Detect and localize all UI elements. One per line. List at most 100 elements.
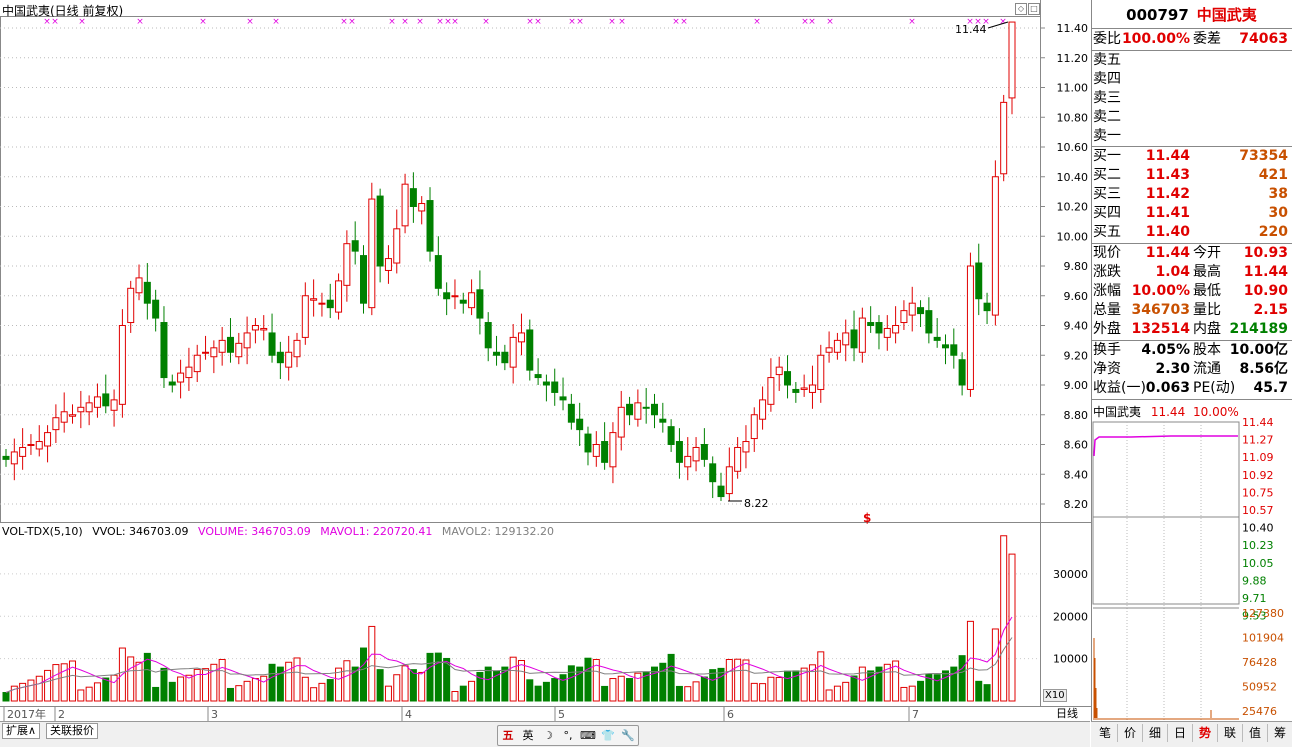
fund-row: 换手 4.05% 股本 10.00亿: [1093, 342, 1288, 358]
candle-body: [468, 292, 476, 309]
volume-bar: [185, 674, 193, 702]
candle-body: [908, 302, 916, 316]
ime-keyboard-icon[interactable]: ⌨: [578, 726, 598, 745]
right-tab-6[interactable]: 值: [1243, 724, 1268, 742]
candle-body: [617, 406, 625, 438]
sell-level-2: 卖二: [1093, 109, 1121, 125]
candle-body: [93, 396, 101, 408]
fund-row: 净资 2.30 流通 8.56亿: [1093, 361, 1288, 377]
candle-body: [933, 336, 941, 341]
ime-toolbar[interactable]: 五英 ☽ °, ⌨ 👕 🔧: [497, 725, 639, 746]
right-tab-1[interactable]: 价: [1118, 724, 1143, 742]
signal-marker: ×: [388, 17, 396, 27]
candle-body: [226, 336, 234, 353]
mini-volume-tick: 101904: [1242, 632, 1284, 645]
candle-body: [235, 342, 243, 358]
volume-bar: [534, 685, 542, 702]
candle-body: [767, 377, 775, 405]
sell-level-1: 卖一: [1093, 128, 1121, 144]
intraday-mini-chart[interactable]: 11.44 11.27 11.09 10.92 10.75 10.57 10.40 10.23…: [1091, 418, 1292, 721]
candle-body: [19, 446, 27, 457]
restore-icon[interactable]: ◇: [1015, 3, 1027, 15]
related-quotes-tab[interactable]: 关联报价: [46, 723, 98, 739]
volume-bar: [376, 669, 384, 702]
candle-body: [775, 366, 783, 376]
volume-bar: [975, 680, 983, 702]
price-tick-label: 8.20: [1064, 498, 1089, 511]
candle-body: [991, 176, 999, 316]
candle-body: [883, 327, 891, 338]
signal-marker: ×: [534, 17, 542, 27]
weicha-value: 74063: [1239, 31, 1288, 47]
candle-body: [917, 307, 925, 315]
volume-bar: [941, 670, 949, 702]
candle-body: [592, 444, 600, 457]
high-price-label: 11.44: [955, 23, 987, 36]
candle-body: [260, 327, 268, 331]
volume-bar: [368, 625, 376, 702]
price-tick-label: 11.20: [1057, 52, 1089, 65]
expand-tab[interactable]: 扩展∧: [2, 723, 41, 739]
candle-body: [135, 277, 143, 294]
volume-bar: [301, 676, 309, 702]
ime-halfwidth-icon[interactable]: ☽: [538, 726, 558, 745]
candle-body: [808, 384, 816, 393]
candle-body: [351, 240, 359, 252]
candle-body: [567, 403, 575, 423]
stock-header: 000797 中国武夷: [1091, 4, 1292, 25]
buy-level-1: 买一 11.44 73354: [1093, 148, 1288, 164]
signal-marker: ×: [608, 17, 616, 27]
volume-bar: [609, 678, 617, 702]
candle-body: [77, 406, 85, 413]
candle-body: [85, 402, 93, 413]
mini-price-tick: 10.75: [1242, 486, 1274, 499]
candle-body: [168, 381, 176, 386]
candle-body: [52, 417, 60, 431]
volume-bar: [135, 661, 143, 702]
candle-body: [983, 302, 991, 312]
scale-x10-button[interactable]: X10: [1043, 689, 1067, 702]
candle-body: [526, 329, 534, 371]
signal-marker: ×: [908, 17, 916, 27]
volume-bar: [601, 685, 609, 702]
ime-english-icon[interactable]: 英: [518, 726, 538, 745]
ime-wubi-icon[interactable]: 五: [498, 726, 518, 745]
volume-bar: [235, 685, 243, 702]
candle-body: [892, 325, 900, 334]
right-tab-0[interactable]: 笔: [1093, 724, 1118, 742]
volume-bar: [567, 665, 575, 702]
candle-body: [1000, 101, 1008, 175]
candle-body: [559, 396, 567, 401]
candle-body: [800, 387, 808, 390]
period-tab-daily[interactable]: 日线: [1043, 706, 1091, 721]
candle-body: [177, 372, 185, 383]
kline-chart[interactable]: × × × × × × × × × × × × × × × × × × × × × × × × × × × × × × × × × 11.401…: [0, 0, 1091, 721]
buy-level-5: 买五 11.40 220: [1093, 224, 1288, 240]
volume-bar: [559, 674, 567, 702]
maximize-icon[interactable]: □: [1028, 3, 1040, 15]
volume-bar: [509, 656, 517, 702]
price-tick-label: 9.80: [1064, 260, 1089, 273]
volume-bar: [725, 658, 733, 702]
right-tab-5[interactable]: 联: [1218, 724, 1243, 742]
candle-body: [759, 399, 767, 420]
mini-price-tick: 11.09: [1242, 451, 1274, 464]
right-tab-2[interactable]: 细: [1143, 724, 1168, 742]
signal-marker: ×: [526, 17, 534, 27]
ime-settings-icon[interactable]: 🔧: [618, 726, 638, 745]
volume-bar: [675, 685, 683, 702]
volume-bar: [268, 663, 276, 702]
right-tab-4[interactable]: 势: [1193, 724, 1218, 742]
signal-marker: ×: [272, 17, 280, 27]
mini-volume-tick: 50952: [1242, 681, 1277, 694]
stat-row: 现价 11.44 今开 10.93: [1093, 245, 1288, 261]
ime-skin-icon[interactable]: 👕: [598, 726, 618, 745]
ime-punct-icon[interactable]: °,: [558, 726, 578, 745]
volume-bar: [218, 658, 226, 702]
candle-body: [609, 432, 617, 468]
volume-legend: VOL-TDX(5,10) VVOL: 346703.09 VOLUME: 34…: [2, 525, 560, 538]
candle-body: [459, 299, 467, 304]
right-tab-3[interactable]: 日: [1168, 724, 1193, 742]
right-tab-7[interactable]: 筹: [1268, 724, 1292, 742]
signal-marker: ×: [401, 17, 409, 27]
